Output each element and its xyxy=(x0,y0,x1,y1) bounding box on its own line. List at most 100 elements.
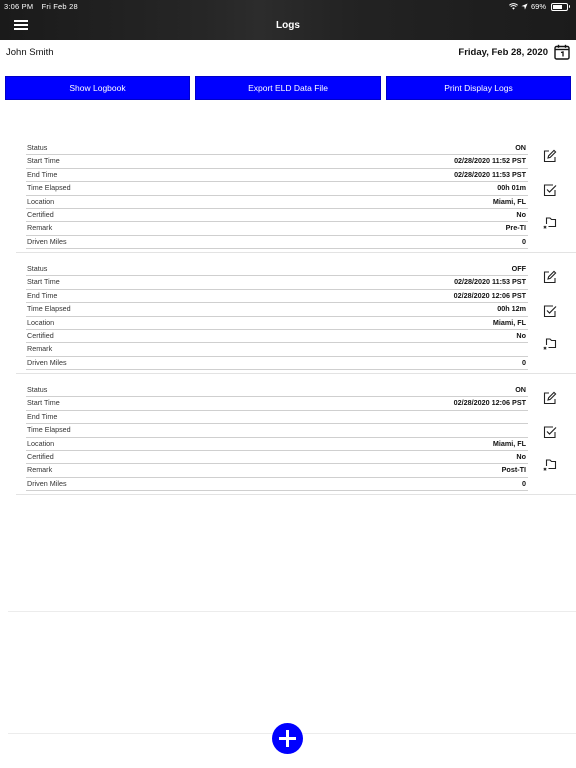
log-field-row-driven-miles: Driven Miles 0 xyxy=(26,477,528,492)
log-field-row-driven-miles: Driven Miles 0 xyxy=(26,356,528,371)
field-label: End Time xyxy=(27,411,58,421)
card-divider xyxy=(16,494,576,496)
field-label: Start Time xyxy=(27,277,60,287)
field-value: Pre-TI xyxy=(505,223,526,233)
log-field-row-location: Location Miami, FL xyxy=(26,437,528,451)
print-display-logs-button[interactable]: Print Display Logs xyxy=(386,76,571,100)
field-label: Status xyxy=(27,143,48,152)
field-label: Time Elapsed xyxy=(27,183,71,193)
battery-percent: 69% xyxy=(530,2,546,11)
field-value: No xyxy=(516,331,526,340)
field-value: 00h 12m xyxy=(497,304,526,314)
field-value: 02/28/2020 12:06 PST xyxy=(453,290,526,300)
field-label: Status xyxy=(27,385,48,394)
card-divider xyxy=(16,252,576,254)
certify-log-icon[interactable] xyxy=(543,425,557,439)
field-label: Certified xyxy=(27,452,54,461)
log-flag-icon[interactable] xyxy=(543,458,557,472)
log-field-row-time-elapsed: Time Elapsed 00h 01m xyxy=(26,181,528,196)
log-entry-card: Status OFF Start Time 02/28/2020 11:53 PST E… xyxy=(8,262,576,375)
wifi-icon xyxy=(509,3,518,10)
field-label: Driven Miles xyxy=(27,478,67,488)
field-value: Miami, FL xyxy=(492,317,526,327)
calendar-icon[interactable] xyxy=(554,44,570,60)
field-label: End Time xyxy=(27,290,58,300)
field-value: OFF xyxy=(511,264,526,273)
field-value: ON xyxy=(515,143,526,152)
top-bar: 3:06 PM Fri Feb 28 69% Logs xyxy=(0,0,576,40)
log-field-row-time-elapsed: Time Elapsed xyxy=(26,423,528,438)
field-label: Start Time xyxy=(27,398,60,408)
field-value: Post-TI xyxy=(501,465,526,475)
current-date: Friday, Feb 28, 2020 xyxy=(458,47,548,58)
field-value: No xyxy=(516,452,526,461)
field-label: Certified xyxy=(27,210,54,219)
battery-icon xyxy=(551,2,570,11)
divider xyxy=(8,611,576,612)
field-label: Driven Miles xyxy=(27,236,67,246)
log-field-row-certified: Certified No xyxy=(26,329,528,344)
edit-log-icon[interactable] xyxy=(543,270,557,284)
log-field-row-certified: Certified No xyxy=(26,450,528,465)
log-field-row-location: Location Miami, FL xyxy=(26,316,528,330)
field-label: Time Elapsed xyxy=(27,304,71,314)
log-field-row-time-elapsed: Time Elapsed 00h 12m xyxy=(26,302,528,317)
log-field-row-certified: Certified No xyxy=(26,208,528,223)
log-field-row-end-time: End Time 02/28/2020 12:06 PST xyxy=(26,289,528,304)
certify-log-icon[interactable] xyxy=(543,304,557,318)
page-title: Logs xyxy=(276,20,300,31)
field-label: Location xyxy=(27,317,55,327)
log-entry-card: Status ON Start Time 02/28/2020 12:06 PST En… xyxy=(8,383,576,496)
log-field-row-remark: Remark xyxy=(26,342,528,357)
field-label: End Time xyxy=(27,169,58,179)
field-value: 0 xyxy=(522,236,526,246)
status-time: 3:06 PM xyxy=(4,2,34,11)
card-divider xyxy=(16,373,576,375)
field-value: 00h 01m xyxy=(497,183,526,193)
log-entry-card: Status ON Start Time 02/28/2020 11:52 PST En… xyxy=(8,141,576,254)
field-value: No xyxy=(516,210,526,219)
log-field-row-start-time: Start Time 02/28/2020 11:52 PST xyxy=(26,154,528,169)
status-date: Fri Feb 28 xyxy=(41,2,78,11)
field-label: Certified xyxy=(27,331,54,340)
log-field-row-driven-miles: Driven Miles 0 xyxy=(26,235,528,250)
field-label: Location xyxy=(27,438,55,448)
field-value: Miami, FL xyxy=(492,196,526,206)
status-bar-right: 69% xyxy=(509,2,570,11)
log-field-row-end-time: End Time xyxy=(26,410,528,425)
field-value: 02/28/2020 12:06 PST xyxy=(453,398,526,408)
field-label: Remark xyxy=(27,344,53,354)
location-arrow-icon xyxy=(521,3,528,10)
field-label: Start Time xyxy=(27,156,60,166)
log-flag-icon[interactable] xyxy=(543,337,557,351)
log-field-row-start-time: Start Time 02/28/2020 12:06 PST xyxy=(26,396,528,411)
field-label: Remark xyxy=(27,465,53,475)
edit-log-icon[interactable] xyxy=(543,149,557,163)
field-value: 0 xyxy=(522,478,526,488)
field-label: Remark xyxy=(27,223,53,233)
log-field-row-start-time: Start Time 02/28/2020 11:53 PST xyxy=(26,275,528,290)
log-field-row-status: Status ON xyxy=(26,141,528,156)
show-logbook-button[interactable]: Show Logbook xyxy=(5,76,190,100)
field-value: 02/28/2020 11:53 PST xyxy=(454,277,526,287)
log-flag-icon[interactable] xyxy=(543,216,557,230)
log-field-row-end-time: End Time 02/28/2020 11:53 PST xyxy=(26,168,528,183)
export-eld-button[interactable]: Export ELD Data File xyxy=(195,76,381,100)
field-label: Status xyxy=(27,264,48,273)
log-field-row-location: Location Miami, FL xyxy=(26,195,528,209)
add-log-button[interactable] xyxy=(272,723,303,754)
field-value: 0 xyxy=(522,357,526,367)
field-value: 02/28/2020 11:53 PST xyxy=(454,169,526,179)
certify-log-icon[interactable] xyxy=(543,183,557,197)
field-label: Driven Miles xyxy=(27,357,67,367)
edit-log-icon[interactable] xyxy=(543,391,557,405)
field-label: Time Elapsed xyxy=(27,425,71,435)
field-label: Location xyxy=(27,196,55,206)
field-value: Miami, FL xyxy=(492,438,526,448)
log-field-row-status: Status ON xyxy=(26,383,528,398)
field-value: 02/28/2020 11:52 PST xyxy=(454,156,526,166)
log-field-row-remark: Remark Post-TI xyxy=(26,463,528,478)
driver-name: John Smith xyxy=(6,47,54,58)
log-field-row-status: Status OFF xyxy=(26,262,528,277)
field-value: ON xyxy=(515,385,526,394)
